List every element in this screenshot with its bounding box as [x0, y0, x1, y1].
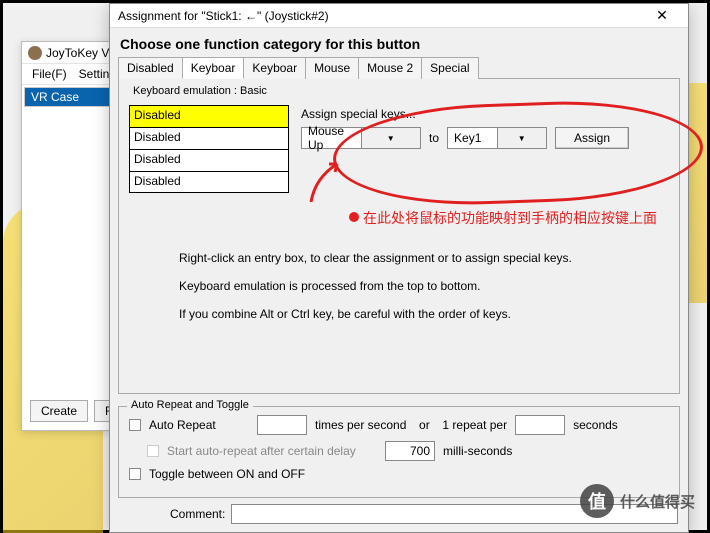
tab-mouse[interactable]: Mouse — [305, 57, 359, 79]
checkbox-auto-repeat[interactable] — [129, 419, 141, 431]
tab-pane: Keyboard emulation : Basic Disabled Disa… — [118, 78, 680, 394]
dialog-title: Assignment for "Stick1: ←" (Joystick#2) — [118, 9, 329, 23]
info-line-3: If you combine Alt or Ctrl key, be caref… — [179, 307, 669, 321]
repeat-per-input[interactable] — [515, 415, 565, 435]
entry-box-4[interactable]: Disabled — [129, 171, 289, 193]
assign-special-title: Assign special keys... — [301, 107, 669, 121]
assign-special-group: Assign special keys... Mouse Up ▼ to Key… — [301, 105, 669, 149]
assign-button[interactable]: Assign — [555, 127, 629, 149]
or-label: or — [414, 418, 434, 432]
to-label: to — [429, 131, 439, 145]
titlebar[interactable]: Assignment for "Stick1: ←" (Joystick#2) … — [110, 4, 688, 28]
combo-source-value: Mouse Up — [302, 122, 361, 154]
info-line-1: Right-click an entry box, to clear the a… — [179, 251, 669, 265]
tab-disabled[interactable]: Disabled — [118, 57, 183, 79]
chevron-down-icon: ▼ — [497, 128, 547, 148]
tab-keyboard-2[interactable]: Keyboar — [243, 57, 306, 79]
delay-input[interactable] — [385, 441, 435, 461]
tps-label: times per second — [315, 418, 406, 432]
toggle-label: Toggle between ON and OFF — [149, 467, 305, 481]
checkbox-toggle[interactable] — [129, 468, 141, 480]
dialog-heading: Choose one function category for this bu… — [110, 28, 688, 56]
combo-source[interactable]: Mouse Up ▼ — [301, 127, 421, 149]
tab-special[interactable]: Special — [421, 57, 478, 79]
auto-repeat-label: Auto Repeat — [149, 418, 249, 432]
chevron-down-icon: ▼ — [361, 128, 421, 148]
menu-file[interactable]: File(F) — [28, 66, 71, 82]
group-label: Keyboard emulation : Basic — [129, 85, 271, 97]
tab-keyboard-1[interactable]: Keyboar — [182, 57, 245, 79]
tab-strip: Disabled Keyboar Keyboar Mouse Mouse 2 S… — [110, 56, 688, 78]
close-icon[interactable]: ✕ — [644, 6, 680, 26]
entry-box-3[interactable]: Disabled — [129, 149, 289, 171]
repeat-per-label: 1 repeat per — [442, 418, 507, 432]
watermark: 值 什么值得买 — [580, 484, 695, 518]
combo-target[interactable]: Key1 ▼ — [447, 127, 547, 149]
watermark-logo: 值 — [580, 484, 614, 518]
comment-label: Comment: — [170, 507, 225, 521]
checkbox-start-delay — [147, 445, 159, 457]
times-per-second-input[interactable] — [257, 415, 307, 435]
assignment-dialog: Assignment for "Stick1: ←" (Joystick#2) … — [109, 3, 689, 533]
watermark-text: 什么值得买 — [620, 491, 695, 512]
bg-title: JoyToKey Ve — [46, 46, 115, 60]
entry-box-1[interactable]: Disabled — [129, 105, 289, 127]
ms-label: milli-seconds — [443, 444, 512, 458]
start-delay-label: Start auto-repeat after certain delay — [167, 444, 377, 458]
info-block: Right-click an entry box, to clear the a… — [129, 251, 669, 321]
combo-target-value: Key1 — [448, 129, 497, 147]
tab-mouse-2[interactable]: Mouse 2 — [358, 57, 422, 79]
info-line-2: Keyboard emulation is processed from the… — [179, 279, 669, 293]
entry-list: Disabled Disabled Disabled Disabled — [129, 105, 289, 193]
entry-box-2[interactable]: Disabled — [129, 127, 289, 149]
app-icon — [28, 46, 42, 60]
seconds-label: seconds — [573, 418, 618, 432]
create-button[interactable]: Create — [30, 400, 88, 422]
auto-repeat-legend: Auto Repeat and Toggle — [127, 399, 253, 411]
